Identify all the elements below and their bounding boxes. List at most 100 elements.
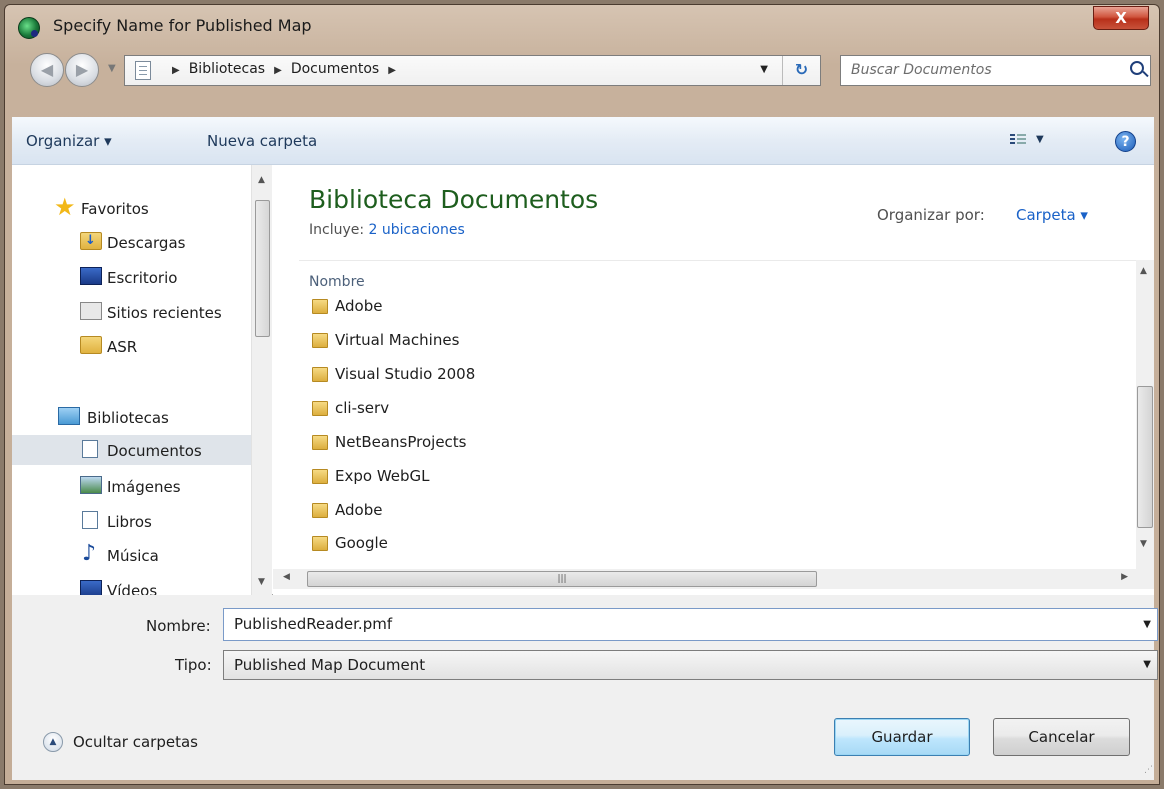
command-bar: Organizar ▾ Nueva carpeta ▼ ? [12,117,1154,165]
list-scrollbar[interactable]: ▲ ▼ [1136,260,1154,569]
chevron-up-icon: ▲ [43,732,63,752]
folder-icon [312,333,328,348]
nav-item-downloads[interactable]: Descargas [12,227,252,257]
globe-icon [18,17,40,39]
help-icon[interactable]: ? [1115,131,1136,152]
scroll-thumb[interactable]: ||| [307,571,817,587]
save-button[interactable]: Guardar [834,718,970,756]
nav-item-documents[interactable]: Documentos [12,435,252,465]
address-bar[interactable]: ▶ Bibliotecas ▶ Documentos ▶ ▼ ↻ [124,55,821,86]
hide-folders-label: Ocultar carpetas [73,733,198,751]
search-box[interactable] [840,55,1151,86]
folder-icon [312,367,328,382]
file-name: Visual Studio 2008 [335,365,476,383]
address-row: ◀ ▶ ▼ ▶ Bibliotecas ▶ Documentos ▶ ▼ ↻ [5,47,1159,93]
close-button[interactable]: X [1093,6,1149,30]
file-name: cli-serv [335,399,390,417]
nav-item-favorites[interactable]: Favoritos [12,193,252,223]
filetype-select[interactable]: Published Map Document ▼ [223,650,1158,680]
breadcrumb-separator-icon[interactable]: ▶ [172,65,180,76]
scroll-right-arrow-icon[interactable]: ▶ [1121,572,1128,582]
nav-item-videos[interactable]: Vídeos [12,575,252,595]
star-icon [54,193,78,221]
view-options-icon[interactable] [1010,134,1026,148]
address-dropdown-icon[interactable]: ▼ [760,64,768,75]
folder-icon [312,536,328,551]
nav-scrollbar[interactable]: ▲ ▼ [251,165,272,595]
filetype-label: Tipo: [175,656,212,674]
nav-label: Imágenes [107,478,181,496]
list-item[interactable]: Virtual Machines [309,325,909,357]
nav-label: ASR [107,338,138,356]
search-icon[interactable] [1130,61,1144,75]
chevron-down-icon[interactable]: ▼ [1143,659,1151,670]
nav-label: Documentos [107,442,202,460]
refresh-icon[interactable]: ↻ [782,56,820,85]
scroll-down-arrow-icon[interactable]: ▼ [258,577,265,587]
breadcrumb: ▶ Bibliotecas ▶ Documentos ▶ [163,61,405,77]
recent-pages-dropdown[interactable]: ▼ [108,63,116,74]
nav-item-books[interactable]: Libros [12,506,252,536]
library-title: Biblioteca Documentos [309,185,599,214]
nav-item-recent[interactable]: Sitios recientes [12,297,252,327]
scroll-up-arrow-icon[interactable]: ▲ [1140,266,1147,276]
nav-item-asr[interactable]: ASR [12,331,252,361]
title-bar: Specify Name for Published Map X [5,5,1159,47]
breadcrumb-documentos[interactable]: Documentos [291,61,379,77]
chevron-down-icon[interactable]: ▼ [1143,619,1151,630]
organize-by-dropdown[interactable]: Carpeta ▾ [1016,206,1088,224]
book-icon [82,511,98,529]
file-name: Adobe [335,297,383,315]
folder-icon [312,435,328,450]
list-item[interactable]: Google [309,528,909,560]
filetype-value: Published Map Document [234,656,426,674]
nav-item-music[interactable]: Música [12,540,252,570]
file-name: Adobe [335,501,383,519]
nav-label: Bibliotecas [87,409,169,427]
downloads-folder-icon [80,232,102,250]
column-header-name[interactable]: Nombre [309,274,365,290]
folder-icon [312,503,328,518]
folder-icon [80,336,102,354]
forward-button[interactable]: ▶ [65,53,99,87]
nav-item-images[interactable]: Imágenes [12,471,252,501]
list-item[interactable]: cli-serv [309,393,909,425]
includes-link[interactable]: 2 ubicaciones [369,222,465,238]
folder-icon [312,469,328,484]
cancel-button[interactable]: Cancelar [993,718,1130,756]
view-dropdown-icon[interactable]: ▼ [1036,134,1044,145]
nav-item-libraries[interactable]: Bibliotecas [12,402,252,432]
back-button[interactable]: ◀ [30,53,64,87]
file-name: Google [335,534,388,552]
scroll-thumb[interactable] [255,200,270,337]
resize-grip-icon[interactable]: ⋰ [1144,765,1154,775]
filename-input[interactable] [234,615,1114,633]
filename-label: Nombre: [146,617,211,635]
list-item[interactable]: Adobe [309,495,909,527]
breadcrumb-separator-icon[interactable]: ▶ [274,65,282,76]
nav-label: Escritorio [107,269,178,287]
horizontal-scrollbar[interactable]: ◀ ||| ▶ [273,569,1154,589]
list-item[interactable]: NetBeansProjects [309,427,909,459]
list-item[interactable]: Expo WebGL [309,461,909,493]
folder-icon [312,401,328,416]
nav-label: Favoritos [81,200,149,218]
filename-combobox[interactable]: ▼ [223,608,1158,641]
new-folder-button[interactable]: Nueva carpeta [207,132,317,150]
list-item[interactable]: Adobe [309,291,909,323]
search-input[interactable] [851,62,1101,78]
file-name: NetBeansProjects [335,433,467,451]
documents-icon [82,440,98,458]
nav-item-desktop[interactable]: Escritorio [12,262,252,292]
scroll-thumb[interactable] [1137,386,1153,528]
library-includes: Incluye: 2 ubicaciones [309,222,465,238]
scroll-up-arrow-icon[interactable]: ▲ [258,175,265,185]
list-item[interactable]: Visual Studio 2008 [309,359,909,391]
scroll-down-arrow-icon[interactable]: ▼ [1140,539,1147,549]
breadcrumb-separator-icon[interactable]: ▶ [388,65,396,76]
pictures-icon [80,476,102,494]
scroll-left-arrow-icon[interactable]: ◀ [283,572,290,582]
organize-menu[interactable]: Organizar ▾ [26,132,112,150]
folder-icon [312,299,328,314]
breadcrumb-bibliotecas[interactable]: Bibliotecas [189,61,265,77]
